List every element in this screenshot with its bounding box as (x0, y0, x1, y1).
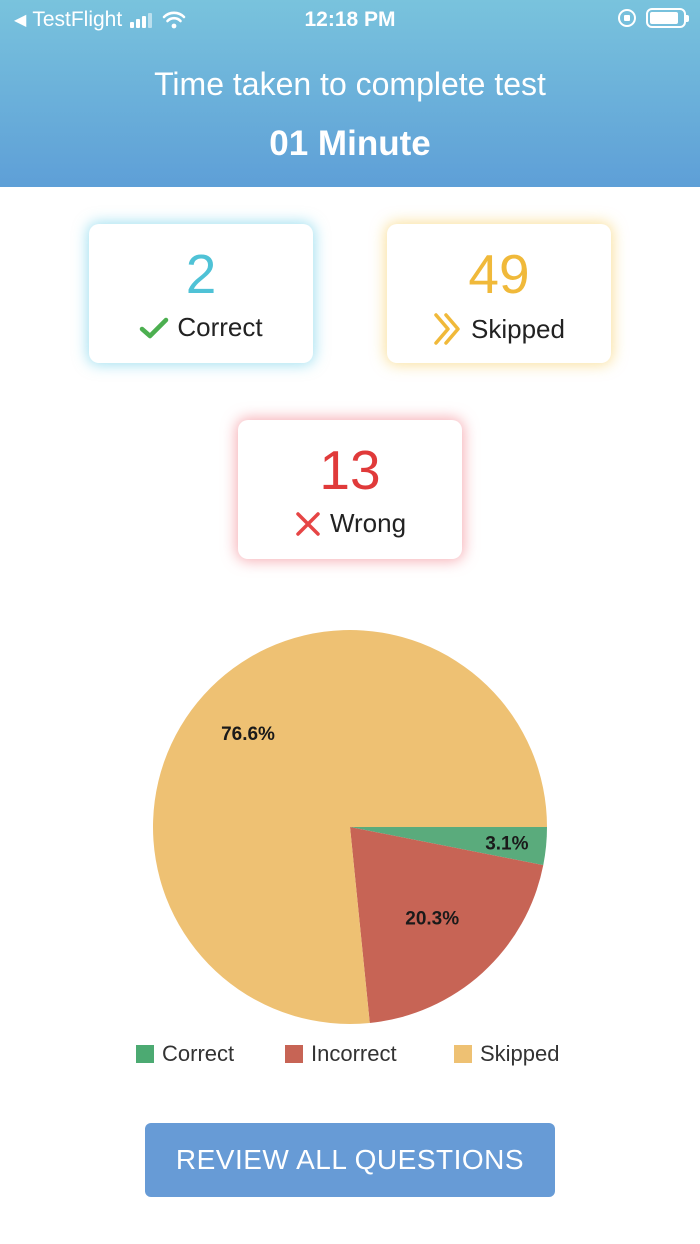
legend-correct: Correct (136, 1041, 234, 1067)
wrong-card: 13 Wrong (238, 420, 462, 559)
status-time: 12:18 PM (304, 8, 396, 31)
legend-swatch-incorrect (285, 1045, 303, 1063)
double-chevron-right-icon (434, 313, 460, 345)
time-taken-title: Time taken to complete test (154, 66, 546, 102)
legend-label-incorrect: Incorrect (311, 1041, 397, 1066)
time-taken-value: 01 Minute (269, 124, 431, 163)
battery-icon (646, 8, 689, 28)
orientation-lock-icon (618, 9, 636, 27)
wrong-label: Wrong (329, 508, 407, 538)
chart-legend: Correct Incorrect Skipped (0, 1041, 700, 1071)
legend-label-skipped: Skipped (480, 1041, 560, 1066)
correct-label: Correct (177, 312, 263, 342)
correct-count: 2 (185, 243, 217, 305)
wrong-count: 13 (319, 439, 381, 501)
legend-label-correct: Correct (162, 1041, 235, 1066)
pie-label-incorrect: 20.3% (405, 908, 459, 929)
legend-swatch-correct (136, 1045, 154, 1063)
check-icon (140, 317, 169, 338)
close-icon (296, 511, 320, 536)
skipped-count: 49 (468, 243, 530, 305)
legend-swatch-skipped (454, 1045, 472, 1063)
skipped-label: Skipped (471, 313, 565, 344)
pie-chart-svg: 3.1% 20.3% 76.6% (153, 630, 547, 1024)
review-all-questions-button[interactable]: REVIEW ALL QUESTIONS (145, 1123, 555, 1197)
legend-skipped: Skipped (454, 1041, 560, 1067)
legend-incorrect: Incorrect (285, 1041, 397, 1067)
pie-label-skipped: 76.6% (221, 724, 275, 745)
correct-card: 2 Correct (89, 224, 313, 363)
pie-label-correct: 3.1% (485, 833, 528, 854)
skipped-card: 49 Skipped (387, 224, 611, 363)
header-banner: ◀ TestFlight 12:18 PM Time taken to comp… (0, 0, 700, 187)
status-bar: ◀ TestFlight 12:18 PM (0, 0, 700, 40)
results-pie-chart: 3.1% 20.3% 76.6% (0, 600, 700, 1080)
